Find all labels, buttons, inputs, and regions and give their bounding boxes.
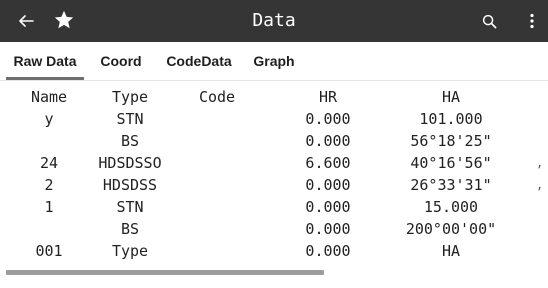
- cell-ha: 101.000: [419, 110, 483, 128]
- cell-overflow: [536, 218, 548, 240]
- cell-ha: 200°00'00": [405, 220, 497, 238]
- cell-name: 001: [35, 242, 63, 260]
- table-row[interactable]: 2 HDSDSS 0.000 26°33'31" ,: [0, 174, 548, 196]
- cell-name: 2: [44, 176, 54, 194]
- cell-code: [182, 196, 252, 218]
- cell-hr: 0.000: [305, 242, 351, 260]
- table-row[interactable]: y STN 0.000 101.000: [0, 108, 548, 130]
- tab-bar: Raw Data Coord CodeData Graph: [0, 42, 548, 81]
- app-bar: Data: [0, 0, 548, 42]
- table-row[interactable]: 001 Type 0.000 HA: [0, 240, 548, 262]
- cell-type: HDSDSS: [102, 176, 158, 194]
- cell-hr: 0.000: [305, 220, 351, 238]
- cell-overflow: [536, 108, 548, 130]
- cell-overflow: [536, 196, 548, 218]
- cell-name: [18, 218, 80, 240]
- tab-raw-data[interactable]: Raw Data: [6, 42, 84, 80]
- raw-data-table: Name Type Code HR HA y STN 0.000 101.000…: [0, 86, 548, 262]
- table-row[interactable]: BS 0.000 56°18'25": [0, 130, 548, 152]
- cell-type: STN: [116, 198, 144, 216]
- horizontal-scrollbar[interactable]: [6, 270, 324, 275]
- cell-name: y: [44, 110, 54, 128]
- table-row[interactable]: BS 0.000 200°00'00": [0, 218, 548, 240]
- page-title: Data: [252, 10, 296, 31]
- cell-hr: 0.000: [305, 176, 351, 194]
- tab-graph[interactable]: Graph: [252, 42, 296, 80]
- cell-type: BS: [120, 220, 140, 238]
- column-header-code[interactable]: Code: [182, 86, 252, 108]
- star-icon[interactable]: [52, 8, 76, 32]
- cell-hr: 6.600: [305, 154, 351, 172]
- cell-hr: 0.000: [305, 110, 351, 128]
- column-header-hr[interactable]: HR: [290, 86, 366, 108]
- arrow-left-icon[interactable]: [14, 9, 38, 33]
- cell-name: 24: [39, 154, 59, 172]
- cell-code: [182, 108, 252, 130]
- cell-overflow: [536, 240, 548, 262]
- cell-ha: 26°33'31": [410, 176, 492, 194]
- cell-type: BS: [120, 132, 140, 150]
- column-header-name[interactable]: Name: [18, 86, 80, 108]
- cell-type: Type: [111, 242, 149, 260]
- cell-ha: 56°18'25": [410, 132, 492, 150]
- more-vert-icon[interactable]: [524, 10, 540, 32]
- cell-hr: 0.000: [305, 198, 351, 216]
- cell-hr: 0.000: [305, 132, 351, 150]
- cell-overflow: [536, 130, 548, 152]
- tab-codedata[interactable]: CodeData: [162, 42, 236, 80]
- column-header-ha[interactable]: HA: [392, 86, 510, 108]
- column-header-type[interactable]: Type: [92, 86, 168, 108]
- cell-code: [182, 218, 252, 240]
- cell-type: STN: [116, 110, 144, 128]
- cell-ha: 40°16'56": [410, 154, 492, 172]
- cell-code: [182, 130, 252, 152]
- cell-ha: 15.000: [423, 198, 479, 216]
- cell-name: 1: [44, 198, 54, 216]
- cell-overflow: ,: [536, 178, 544, 192]
- table-row[interactable]: 1 STN 0.000 15.000: [0, 196, 548, 218]
- cell-code: [182, 240, 252, 262]
- cell-overflow: ,: [536, 156, 544, 170]
- cell-ha: HA: [441, 242, 461, 260]
- cell-name: [18, 130, 80, 152]
- cell-code: [182, 174, 252, 196]
- cell-code: [182, 152, 252, 174]
- table-row[interactable]: 24 HDSDSSO 6.600 40°16'56" ,: [0, 152, 548, 174]
- table-header-row: Name Type Code HR HA: [0, 86, 548, 108]
- cell-type: HDSDSSO: [98, 154, 162, 172]
- tab-coord[interactable]: Coord: [97, 42, 145, 80]
- search-icon[interactable]: [478, 10, 500, 32]
